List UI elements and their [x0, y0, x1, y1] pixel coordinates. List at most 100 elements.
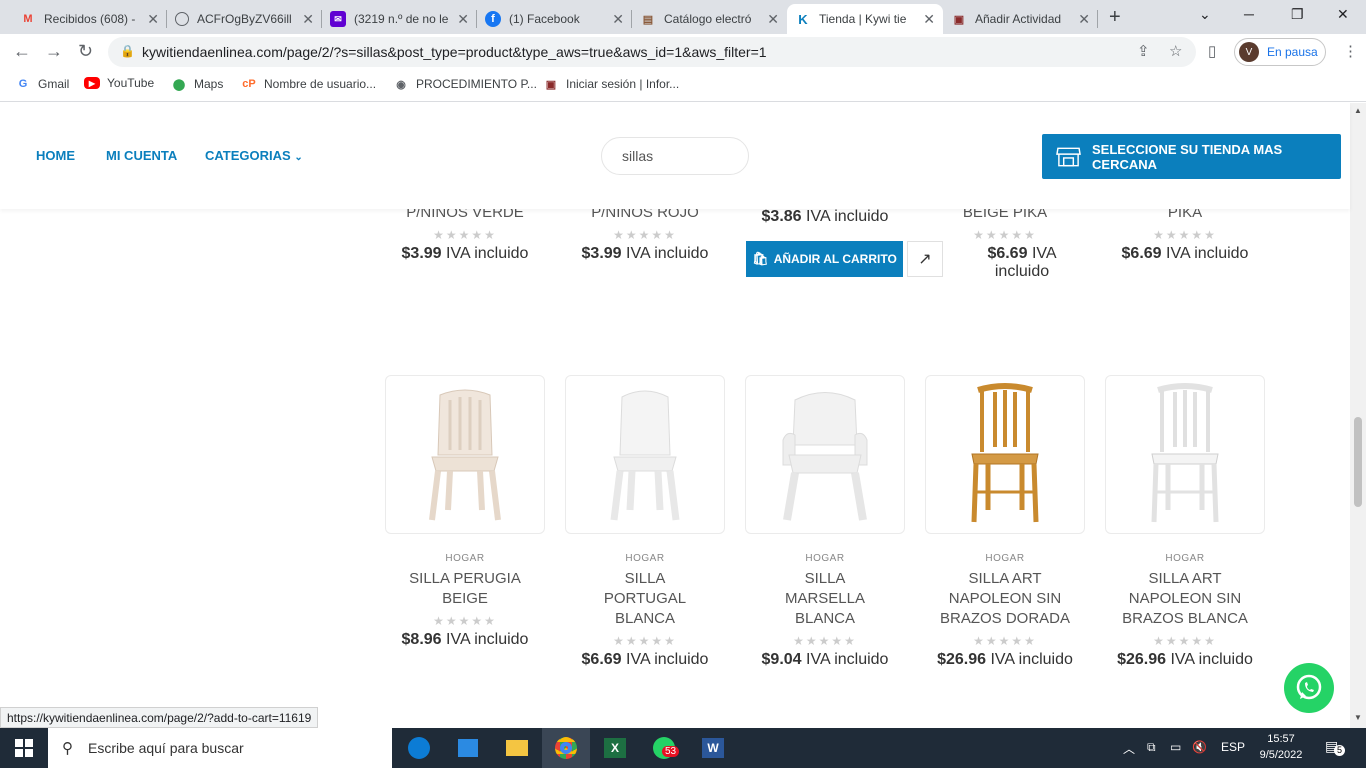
scroll-up-icon[interactable]: ▲	[1354, 106, 1362, 115]
product-image[interactable]	[385, 375, 545, 534]
word-app[interactable]: W	[689, 728, 737, 768]
tab-document[interactable]: ACFrOgByZV66ill ✕	[167, 4, 322, 34]
product-name[interactable]: SILLA ART NAPOLEON SIN BRAZOS DORADA	[925, 569, 1085, 629]
address-bar[interactable]: 🔒 kywitiendaenlinea.com/page/2/?s=sillas…	[108, 37, 1196, 67]
rating-stars: ★★★★★	[613, 634, 677, 648]
tab-activity[interactable]: ▣ Añadir Actividad ✕	[943, 4, 1098, 34]
share-icon[interactable]: ⇪	[1137, 42, 1150, 60]
folder-icon	[506, 740, 528, 756]
whatsapp-app[interactable]: 53	[640, 728, 688, 768]
product-category[interactable]: HOGAR	[1105, 553, 1265, 564]
reload-icon[interactable]: ↻	[78, 41, 93, 62]
bookmark-maps[interactable]: ⬤ Maps	[171, 76, 224, 92]
product-category[interactable]: HOGAR	[385, 553, 545, 564]
close-tab-icon[interactable]: ✕	[457, 11, 469, 28]
speaker-muted-icon[interactable]: 🔇	[1192, 740, 1207, 754]
store-app[interactable]	[444, 728, 492, 768]
whatsapp-chat-button[interactable]	[1284, 663, 1334, 713]
tab-facebook[interactable]: f (1) Facebook ✕	[477, 4, 632, 34]
bookmark-star-icon[interactable]: ☆	[1169, 42, 1182, 60]
taskbar-search-input[interactable]: ⚲ Escribe aquí para buscar	[48, 728, 392, 768]
cp-icon: cP	[242, 78, 256, 90]
excel-app[interactable]: X	[591, 728, 639, 768]
taskbar-clock[interactable]: 15:57 9/5/2022	[1250, 731, 1312, 763]
menu-icon[interactable]: ⋮	[1343, 42, 1358, 60]
close-tab-icon[interactable]: ✕	[147, 11, 159, 28]
lock-icon: 🔒	[120, 44, 135, 58]
bookmark-youtube[interactable]: ▶ YouTube	[84, 76, 154, 90]
close-tab-icon[interactable]: ✕	[1078, 11, 1090, 28]
scrollbar-thumb[interactable]	[1354, 417, 1362, 507]
bookmark-username[interactable]: cP Nombre de usuario...	[241, 76, 376, 92]
product-name[interactable]: SILLA PERUGIA BEIGE	[385, 569, 545, 609]
meet-icon[interactable]: ⧉	[1147, 740, 1156, 755]
bookmarks-bar: G Gmail ▶ YouTube ⬤ Maps cP Nombre de usuari…	[0, 70, 1366, 102]
restore-icon[interactable]: ❐	[1291, 6, 1304, 23]
tab-gmail[interactable]: M Recibidos (608) - ✕	[12, 4, 167, 34]
product-category[interactable]: HOGAR	[565, 553, 725, 564]
close-tab-icon[interactable]: ✕	[302, 11, 314, 28]
nav-home[interactable]: HOME	[36, 148, 75, 163]
youtube-icon: ▶	[84, 77, 100, 89]
store-icon	[1056, 147, 1081, 166]
nav-categorias[interactable]: CATEGORIAS ⌄	[205, 148, 303, 163]
rating-stars: ★★★★★	[1153, 228, 1217, 242]
side-panel-icon[interactable]: ▯	[1208, 42, 1216, 60]
nav-mi-cuenta[interactable]: MI CUENTA	[106, 148, 177, 163]
new-tab-button[interactable]: +	[1109, 6, 1121, 29]
bookmark-login[interactable]: ▣ Iniciar sesión | Infor...	[543, 76, 679, 92]
back-icon[interactable]: ←	[13, 41, 31, 62]
product-image[interactable]	[1105, 375, 1265, 534]
close-tab-icon[interactable]: ✕	[923, 11, 935, 28]
product-price: $8.96 IVA incluido	[401, 631, 529, 648]
chrome-app[interactable]	[542, 728, 590, 768]
product-name[interactable]: SILLA ART NAPOLEON SIN BRAZOS BLANCA	[1105, 569, 1265, 629]
notifications-icon[interactable]: ▤ 5	[1325, 738, 1345, 756]
tab-kywi-active[interactable]: K Tienda | Kywi tie ✕	[787, 4, 943, 34]
product-image[interactable]	[925, 375, 1085, 534]
web-page: P/NINOS VERDE ★★★★★ $3.99 IVA incluido P…	[0, 103, 1366, 728]
whatsapp-icon	[1296, 674, 1322, 700]
activity-icon: ▣	[953, 13, 965, 26]
close-tab-icon[interactable]: ✕	[767, 11, 779, 28]
language-indicator[interactable]: ESP	[1221, 740, 1245, 754]
globe-icon: ◉	[396, 78, 406, 91]
napoleon-chair-gold-image	[971, 383, 1039, 523]
start-button[interactable]	[0, 728, 48, 768]
bookmark-gmail[interactable]: G Gmail	[15, 76, 70, 92]
select-store-button[interactable]: SELECCIONE SU TIENDA MAS CERCANA	[1042, 134, 1341, 179]
product-image[interactable]	[565, 375, 725, 534]
page-scrollbar[interactable]: ▲ ▼	[1350, 103, 1366, 728]
close-tab-icon[interactable]: ✕	[612, 11, 624, 28]
gmail-icon: M	[23, 13, 33, 25]
facebook-icon: f	[485, 11, 501, 27]
close-window-icon[interactable]: ✕	[1337, 6, 1349, 23]
edge-icon	[408, 737, 430, 759]
tab-search-chevron-icon[interactable]: ⌄	[1199, 6, 1211, 23]
product-name[interactable]: SILLA PORTUGAL BLANCA	[565, 569, 725, 629]
profile-status: En pausa	[1267, 45, 1318, 59]
tray-chevron-icon[interactable]: ︿	[1123, 740, 1135, 757]
forward-icon[interactable]: →	[45, 41, 63, 62]
search-input[interactable]: sillas	[601, 137, 749, 175]
product-image[interactable]	[745, 375, 905, 534]
bookmark-procedimiento[interactable]: ◉ PROCEDIMIENTO P...	[393, 76, 537, 92]
rating-stars: ★★★★★	[433, 228, 497, 242]
battery-icon[interactable]: ▭	[1170, 740, 1181, 754]
kywi-icon: K	[798, 11, 808, 27]
edge-app[interactable]	[395, 728, 443, 768]
tab-catalog[interactable]: ▤ Catálogo electró ✕	[632, 4, 787, 34]
product-category[interactable]: HOGAR	[925, 553, 1085, 564]
url-text: kywitiendaenlinea.com/page/2/?s=sillas&p…	[142, 44, 767, 60]
product-price: $26.96 IVA incluido	[1117, 651, 1253, 668]
product-name[interactable]: SILLA MARSELLA BLANCA	[745, 569, 905, 629]
site-header: HOME MI CUENTA CATEGORIAS ⌄ sillas SELEC…	[0, 103, 1350, 209]
product-card: HOGAR SILLA ART NAPOLEON SIN BRAZOS BLAN…	[1105, 553, 1265, 669]
add-to-cart-button[interactable]: 🛍 AÑADIR AL CARRITO	[746, 241, 903, 277]
minimize-icon[interactable]: ─	[1244, 6, 1254, 22]
profile-button[interactable]: V En pausa	[1234, 38, 1326, 66]
tab-yahoo-mail[interactable]: ✉ (3219 n.º de no le ✕	[322, 4, 477, 34]
product-category[interactable]: HOGAR	[745, 553, 905, 564]
explorer-app[interactable]	[493, 728, 541, 768]
scroll-down-icon[interactable]: ▼	[1354, 713, 1362, 722]
